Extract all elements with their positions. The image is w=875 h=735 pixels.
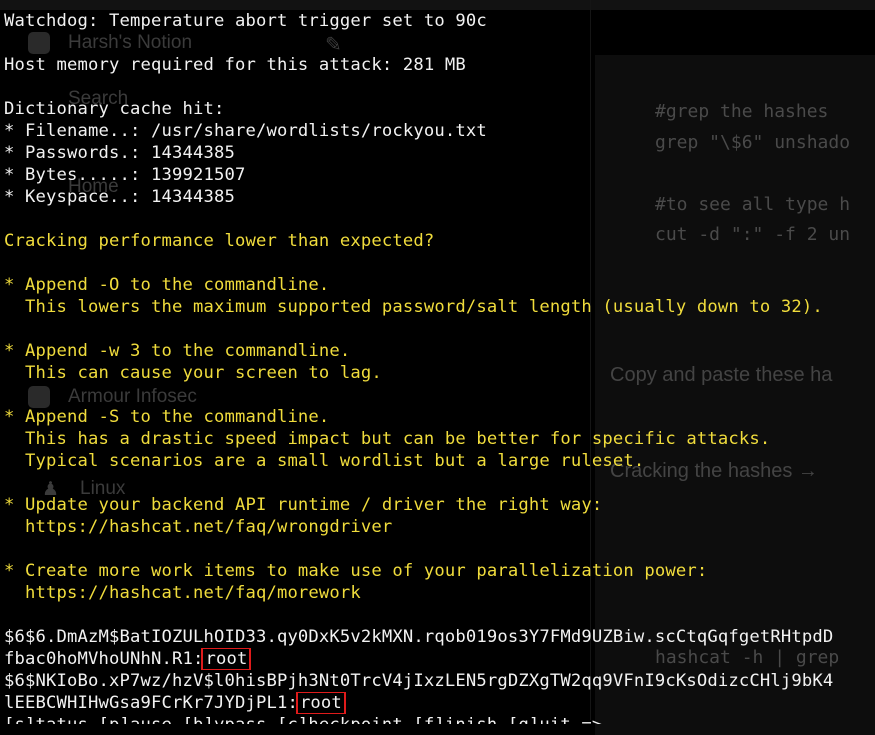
dictionary-filename: * Filename..: /usr/share/wordlists/rocky…	[4, 121, 487, 141]
link-morework[interactable]: https://hashcat.net/faq/morework	[4, 582, 875, 604]
cracked-hash-1: $6$6.DmAzM$BatIOZULhOID33.qy0DxK5v2kMXN.…	[4, 627, 834, 647]
watchdog-line: Watchdog: Temperature abort trigger set …	[4, 11, 487, 31]
cracked-password-2: root	[295, 692, 346, 714]
tip-append-S: * Append -S to the commandline.	[4, 407, 330, 427]
tip-append-w3-detail: This can cause your screen to lag.	[4, 363, 382, 383]
tip-update-driver: * Update your backend API runtime / driv…	[4, 495, 603, 515]
hash-2-suffix: lEEBCWHIHwGsa9FCrKr7JYDjPL1:	[4, 693, 298, 713]
status-prompt-line: [s]tatus [p]ause [b]ypass [c]heckpoint […	[4, 714, 875, 724]
tip-more-work: * Create more work items to make use of …	[4, 561, 708, 581]
tip-append-S-detail-2: Typical scenarios are a small wordlist b…	[4, 451, 645, 471]
performance-warning: Cracking performance lower than expected…	[4, 231, 435, 251]
dictionary-cache-header: Dictionary cache hit:	[4, 99, 225, 119]
cracked-password-1: root	[201, 648, 252, 670]
dictionary-bytes: * Bytes.....: 139921507	[4, 165, 246, 185]
cracked-hash-2-tail: lEEBCWHIHwGsa9FCrKr7JYDjPL1: root	[4, 692, 875, 714]
tip-append-O: * Append -O to the commandline.	[4, 275, 330, 295]
cracked-hash-2: $6$NKIoBo.xP7wz/hzV$l0hisBPjh3Nt0TrcV4jI…	[4, 671, 834, 691]
tip-append-w3: * Append -w 3 to the commandline.	[4, 341, 351, 361]
terminal-output[interactable]: Watchdog: Temperature abort trigger set …	[0, 0, 875, 724]
dictionary-keyspace: * Keyspace..: 14344385	[4, 187, 235, 207]
host-memory-line: Host memory required for this attack: 28…	[4, 55, 466, 75]
dictionary-passwords: * Passwords.: 14344385	[4, 143, 235, 163]
tip-append-S-detail-1: This has a drastic speed impact but can …	[4, 429, 771, 449]
tip-append-O-detail: This lowers the maximum supported passwo…	[4, 297, 823, 317]
cracked-hash-1-tail: fbac0hoMVhoUNhN.R1: root	[4, 648, 875, 670]
hash-1-suffix: fbac0hoMVhoUNhN.R1:	[4, 649, 204, 669]
link-wrongdriver[interactable]: https://hashcat.net/faq/wrongdriver	[4, 516, 875, 538]
